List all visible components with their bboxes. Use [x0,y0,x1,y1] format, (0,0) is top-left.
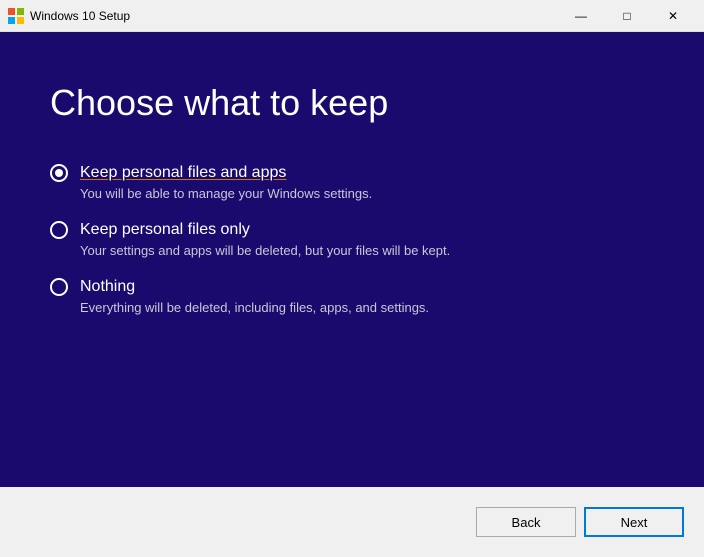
option-2-row: Keep personal files only [50,221,654,239]
minimize-button[interactable]: — [558,0,604,32]
option-3-row: Nothing [50,278,654,296]
option-2-label: Keep personal files only [80,221,250,239]
option-nothing[interactable]: Nothing Everything will be deleted, incl… [50,278,654,315]
next-button[interactable]: Next [584,507,684,537]
option-1-desc: You will be able to manage your Windows … [80,186,654,201]
bottom-bar: Back Next [0,487,704,557]
option-keep-files-apps[interactable]: Keep personal files and apps You will be… [50,164,654,201]
option-keep-files-only[interactable]: Keep personal files only Your settings a… [50,221,654,258]
option-3-label: Nothing [80,278,135,296]
back-button[interactable]: Back [476,507,576,537]
title-bar: Windows 10 Setup — □ ✕ [0,0,704,32]
page-title: Choose what to keep [50,82,654,124]
radio-keep-files-only[interactable] [50,221,68,239]
option-1-row: Keep personal files and apps [50,164,654,182]
main-content: Choose what to keep Keep personal files … [0,32,704,557]
option-1-label: Keep personal files and apps [80,164,286,182]
windows-icon [8,8,24,24]
radio-keep-files-apps[interactable] [50,164,68,182]
maximize-button[interactable]: □ [604,0,650,32]
title-bar-controls: — □ ✕ [558,0,696,32]
option-3-desc: Everything will be deleted, including fi… [80,300,654,315]
options-container: Keep personal files and apps You will be… [50,164,654,315]
radio-nothing[interactable] [50,278,68,296]
title-bar-text: Windows 10 Setup [30,9,558,23]
close-button[interactable]: ✕ [650,0,696,32]
option-2-desc: Your settings and apps will be deleted, … [80,243,654,258]
